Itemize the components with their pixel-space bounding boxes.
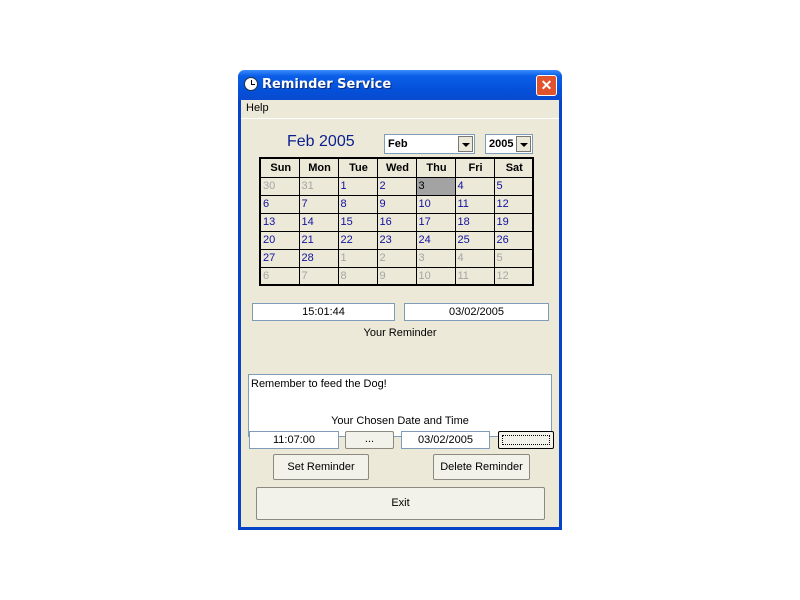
weekday-sun: Sun (259, 157, 300, 178)
calendar-day[interactable]: 9 (376, 266, 417, 286)
calendar-day[interactable]: 18 (454, 212, 495, 232)
calendar-day[interactable]: 8 (337, 266, 378, 286)
calendar-day[interactable]: 13 (259, 212, 300, 232)
month-title: Feb 2005 (287, 133, 355, 150)
menu-bar: Help (241, 100, 559, 119)
chosen-time-field[interactable]: 11:07:00 (249, 431, 339, 449)
calendar-day[interactable]: 10 (415, 266, 456, 286)
calendar-day[interactable]: 20 (259, 230, 300, 250)
calendar-day[interactable]: 10 (415, 194, 456, 214)
calendar-day[interactable]: 8 (337, 194, 378, 214)
weekday-header-row: Sun Mon Tue Wed Thu Fri Sat (259, 157, 534, 178)
calendar-day-selected[interactable]: 3 (415, 176, 456, 196)
week-row: 6 7 8 9 10 11 12 (259, 266, 534, 286)
chosen-datetime-label: Your Chosen Date and Time (331, 415, 469, 427)
calendar-day[interactable]: 16 (376, 212, 417, 232)
week-row: 13 14 15 16 17 18 19 (259, 212, 534, 232)
menu-help[interactable]: Help (246, 102, 269, 114)
calendar-day[interactable]: 26 (493, 230, 534, 250)
week-row: 30 31 1 2 3 4 5 (259, 176, 534, 196)
calendar-day[interactable]: 15 (337, 212, 378, 232)
calendar-day[interactable]: 19 (493, 212, 534, 232)
calendar-day[interactable]: 2 (376, 176, 417, 196)
week-row: 27 28 1 2 3 4 5 (259, 248, 534, 268)
reminder-label: Your Reminder (363, 327, 437, 339)
calendar-day[interactable]: 3 (415, 248, 456, 268)
calendar-grid: Sun Mon Tue Wed Thu Fri Sat 30 31 1 2 3 … (259, 157, 534, 286)
year-select-value: 2005 (489, 138, 514, 150)
calendar-day[interactable]: 2 (376, 248, 417, 268)
client-area: Help Feb 2005 Feb 2005 Sun Mon Tue Wed T… (241, 100, 559, 527)
week-row: 20 21 22 23 24 25 26 (259, 230, 534, 250)
calendar-day[interactable]: 17 (415, 212, 456, 232)
date-picker-button[interactable] (498, 431, 554, 449)
week-row: 6 7 8 9 10 11 12 (259, 194, 534, 214)
calendar-day[interactable]: 1 (337, 176, 378, 196)
weekday-fri: Fri (454, 157, 495, 178)
title-bar[interactable]: Reminder Service ✕ (238, 70, 562, 100)
calendar-day[interactable]: 1 (337, 248, 378, 268)
calendar-day[interactable]: 4 (454, 176, 495, 196)
month-select[interactable]: Feb (384, 134, 475, 154)
calendar-day[interactable]: 14 (298, 212, 339, 232)
month-select-value: Feb (388, 138, 408, 150)
calendar-day[interactable]: 11 (454, 194, 495, 214)
date-picker-button-label (502, 435, 550, 445)
calendar-day[interactable]: 21 (298, 230, 339, 250)
close-button[interactable]: ✕ (536, 75, 557, 96)
calendar-day[interactable]: 7 (298, 266, 339, 286)
chosen-date-field[interactable]: 03/02/2005 (401, 431, 490, 449)
time-picker-button[interactable]: ... (345, 431, 394, 449)
delete-reminder-button[interactable]: Delete Reminder (433, 454, 530, 480)
calendar-day[interactable]: 11 (454, 266, 495, 286)
calendar-day[interactable]: 4 (454, 248, 495, 268)
calendar-day[interactable]: 30 (259, 176, 300, 196)
calendar-day[interactable]: 22 (337, 230, 378, 250)
calendar-day[interactable]: 9 (376, 194, 417, 214)
reminder-textarea[interactable]: Remember to feed the Dog! (248, 374, 552, 437)
weekday-sat: Sat (493, 157, 534, 178)
calendar-day[interactable]: 24 (415, 230, 456, 250)
calendar-day[interactable]: 27 (259, 248, 300, 268)
current-time-field: 15:01:44 (252, 303, 395, 321)
exit-button[interactable]: Exit (256, 487, 545, 520)
weekday-wed: Wed (376, 157, 417, 178)
year-select[interactable]: 2005 (485, 134, 533, 154)
current-date-field: 03/02/2005 (404, 303, 549, 321)
chevron-down-icon[interactable] (458, 136, 473, 152)
weekday-mon: Mon (298, 157, 339, 178)
calendar-day[interactable]: 23 (376, 230, 417, 250)
calendar-day[interactable]: 12 (493, 194, 534, 214)
weekday-tue: Tue (337, 157, 378, 178)
calendar-day[interactable]: 5 (493, 248, 534, 268)
chevron-down-icon[interactable] (516, 136, 531, 152)
calendar-day[interactable]: 5 (493, 176, 534, 196)
set-reminder-button[interactable]: Set Reminder (273, 454, 369, 480)
calendar-day[interactable]: 31 (298, 176, 339, 196)
window-title: Reminder Service (262, 77, 392, 92)
calendar-day[interactable]: 6 (259, 194, 300, 214)
weekday-thu: Thu (415, 157, 456, 178)
calendar-day[interactable]: 25 (454, 230, 495, 250)
calendar-day[interactable]: 12 (493, 266, 534, 286)
reminder-window: Reminder Service ✕ Help Feb 2005 Feb 200… (238, 70, 562, 530)
clock-icon (244, 77, 258, 91)
calendar-day[interactable]: 7 (298, 194, 339, 214)
calendar-day[interactable]: 6 (259, 266, 300, 286)
calendar-day[interactable]: 28 (298, 248, 339, 268)
